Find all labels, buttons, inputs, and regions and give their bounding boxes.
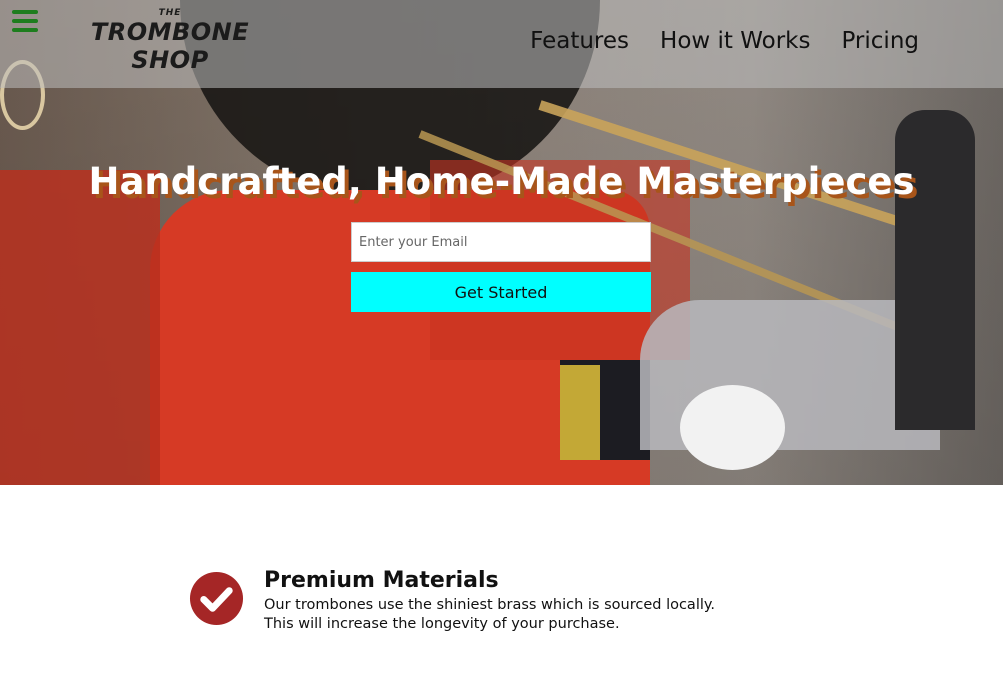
nav-link-how-it-works[interactable]: How it Works — [660, 28, 810, 54]
check-circle-icon — [189, 571, 244, 626]
email-input[interactable] — [351, 222, 651, 262]
main-nav: Features How it Works Pricing — [530, 28, 919, 54]
menu-bar-bottom — [12, 28, 38, 32]
hero-title: Handcrafted, Home-Made Masterpieces — [88, 160, 915, 203]
feature-title: Premium Materials — [264, 568, 499, 593]
nav-link-pricing[interactable]: Pricing — [841, 28, 919, 54]
feature-description-line-2: This will increase the longevity of your… — [264, 616, 620, 632]
site-logo[interactable]: THE TROMBONE SHOP — [80, 8, 260, 80]
feature-premium-materials: Premium Materials Our trombones use the … — [189, 568, 829, 638]
feature-description: Our trombones use the shiniest brass whi… — [264, 596, 824, 634]
feature-description-line-1: Our trombones use the shiniest brass whi… — [264, 597, 716, 613]
hamburger-menu-icon[interactable] — [12, 10, 38, 32]
logo-line-2: SHOP — [131, 46, 209, 74]
logo-line-1: TROMBONE — [90, 18, 250, 46]
nav-link-features[interactable]: Features — [530, 28, 629, 54]
get-started-button[interactable]: Get Started — [351, 272, 651, 312]
site-header: THE TROMBONE SHOP Features How it Works … — [0, 0, 1003, 88]
menu-bar-top — [12, 10, 38, 14]
logo-small-text: THE — [158, 8, 182, 18]
menu-bar-middle — [12, 19, 38, 23]
